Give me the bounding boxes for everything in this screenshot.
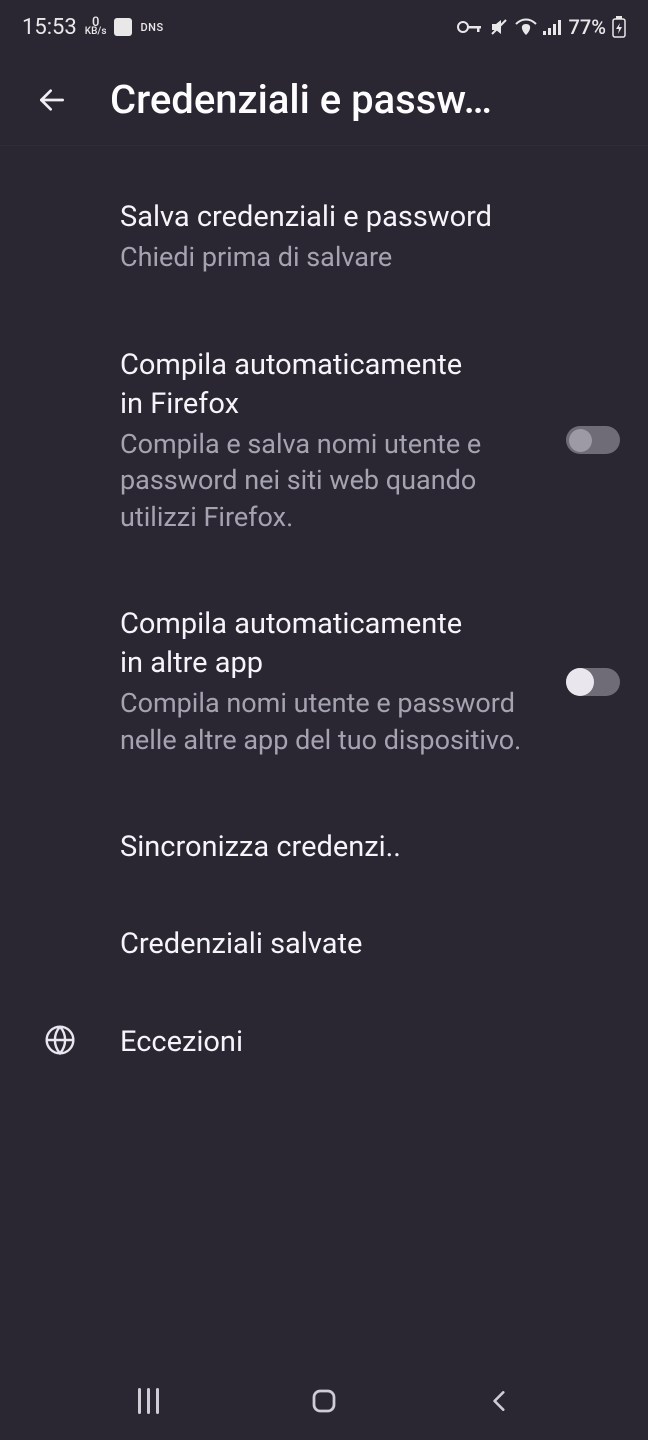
recents-button[interactable] [129,1382,167,1420]
back-nav-button[interactable] [481,1382,519,1420]
recents-icon [138,1388,159,1414]
exceptions-row[interactable]: Eccezioni [0,987,648,1084]
battery-percentage: 77% [569,15,606,39]
dns-indicator: DNS [140,21,163,34]
page-header: Credenziali e passw… [0,54,648,146]
network-speed: 0 KB/s [85,18,107,36]
sync-credentials-title: Sincronizza credenzi.. [120,828,620,867]
status-left: 15:53 0 KB/s DNS [22,15,164,40]
saved-credentials-title: Credenziali salvate [120,925,620,964]
autofill-other-toggle[interactable] [566,668,620,696]
sync-credentials-row[interactable]: Sincronizza credenzi.. [0,780,648,889]
back-button[interactable] [36,84,68,116]
battery-icon [612,16,626,38]
autofill-firefox-subtitle: Compila e salva nomi utente e password n… [120,426,540,535]
mute-icon [489,17,509,37]
autofill-firefox-row[interactable]: Compila automaticamente in Firefox Compi… [0,298,648,558]
navigation-bar [0,1362,648,1440]
signal-icon [543,19,563,35]
autofill-other-apps-row[interactable]: Compila automaticamente in altre app Com… [0,557,648,780]
saved-credentials-row[interactable]: Credenziali salvate [0,889,648,986]
settings-list: Salva credenziali e password Chiedi prim… [0,146,648,1084]
picture-icon [114,18,132,36]
save-credentials-row[interactable]: Salva credenziali e password Chiedi prim… [0,176,648,298]
autofill-firefox-toggle[interactable] [566,426,620,454]
home-button[interactable] [305,1382,343,1420]
exceptions-title: Eccezioni [120,1023,620,1062]
status-bar: 15:53 0 KB/s DNS 77% [0,0,648,54]
status-right: 77% [457,15,626,39]
vpn-key-icon [457,20,483,34]
autofill-firefox-title: Compila automaticamente in Firefox [120,346,480,424]
page-title: Credenziali e passw… [110,76,492,123]
autofill-other-subtitle: Compila nomi utente e password nelle alt… [120,685,540,758]
status-time: 15:53 [22,15,77,40]
save-credentials-title: Salva credenziali e password [120,198,620,237]
autofill-other-title: Compila automaticamente in altre app [120,605,480,683]
wifi-icon [515,18,537,36]
globe-icon [44,1024,76,1060]
save-credentials-subtitle: Chiedi prima di salvare [120,239,620,275]
